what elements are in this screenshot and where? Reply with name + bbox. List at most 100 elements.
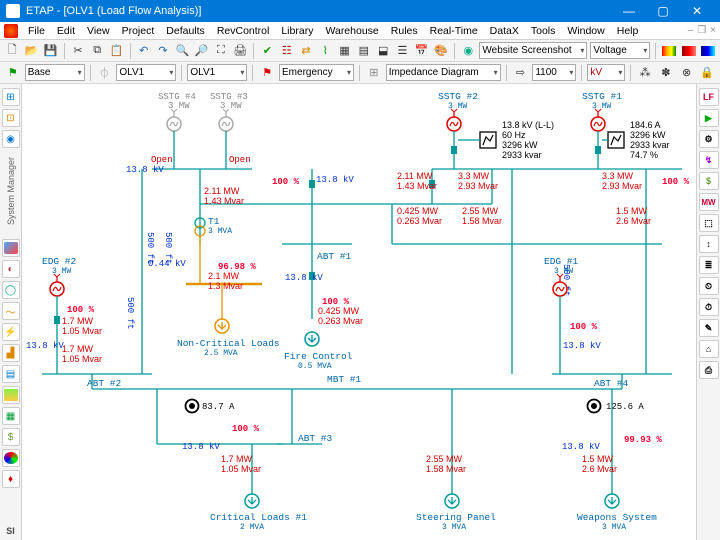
- sstg4-element[interactable]: [167, 109, 181, 131]
- globe-icon[interactable]: ◉: [460, 42, 476, 60]
- fire-control-element[interactable]: [305, 332, 319, 346]
- save-icon[interactable]: 💾: [43, 42, 59, 60]
- maximize-button[interactable]: ▢: [646, 4, 680, 18]
- flag-icon[interactable]: ⚑: [258, 64, 276, 82]
- text3-icon[interactable]: ⊗: [678, 64, 696, 82]
- swap-icon[interactable]: ⇄: [298, 42, 314, 60]
- region-button[interactable]: ⬚: [699, 214, 719, 232]
- 3d-surface-icon[interactable]: [2, 239, 20, 257]
- run-loadflow-button[interactable]: LF: [699, 88, 719, 106]
- palette1-icon[interactable]: [661, 42, 677, 60]
- color-icon[interactable]: 🎨: [433, 42, 449, 60]
- clock2-button[interactable]: ⏱: [699, 298, 719, 316]
- money-icon[interactable]: $: [2, 428, 20, 446]
- palette2-icon[interactable]: [681, 42, 697, 60]
- lock-icon[interactable]: 🔒: [698, 64, 716, 82]
- sstg3-element[interactable]: [219, 109, 233, 131]
- open-icon[interactable]: 📂: [23, 42, 39, 60]
- paste-icon[interactable]: 📋: [108, 42, 124, 60]
- diamonds-icon[interactable]: ♦: [2, 470, 20, 488]
- zoom-fit-icon[interactable]: ⛶: [213, 42, 229, 60]
- study-select[interactable]: Impedance Diagram: [386, 64, 501, 81]
- edit-button[interactable]: ✎: [699, 319, 719, 337]
- home-button[interactable]: ⌂: [699, 340, 719, 358]
- menu-revcontrol[interactable]: RevControl: [211, 23, 276, 39]
- config-select[interactable]: Emergency: [279, 64, 354, 81]
- config-icon[interactable]: ⚑: [4, 64, 22, 82]
- menu-realtime[interactable]: Real-Time: [424, 23, 484, 39]
- menu-warehouse[interactable]: Warehouse: [319, 23, 384, 39]
- one-line-diagram-canvas[interactable]: SSTG #4 3 MW SSTG #3 3 MW Open Open SSTG…: [22, 84, 696, 540]
- doc-close-button[interactable]: ×: [710, 25, 716, 36]
- diagram-type-icon[interactable]: ⊞: [365, 64, 383, 82]
- menu-view[interactable]: View: [81, 23, 116, 39]
- ghost-icon[interactable]: ⏀: [96, 64, 114, 82]
- presentation-select[interactable]: OLV1: [116, 64, 176, 81]
- meter2-element[interactable]: [480, 132, 496, 148]
- critical-loads-element[interactable]: [245, 494, 259, 508]
- screenshot-select[interactable]: Website Screenshot: [479, 42, 587, 59]
- kv-select[interactable]: kV: [587, 64, 625, 81]
- edg2-element[interactable]: [50, 274, 64, 296]
- map-icon[interactable]: [2, 386, 20, 404]
- doc-restore-button[interactable]: ❐: [697, 25, 706, 36]
- si-label[interactable]: SI: [2, 522, 20, 540]
- menu-library[interactable]: Library: [275, 23, 319, 39]
- ammeter-left[interactable]: [186, 400, 199, 413]
- run-button[interactable]: ▶: [699, 109, 719, 127]
- weapons-element[interactable]: [605, 494, 619, 508]
- menu-project[interactable]: Project: [116, 23, 161, 39]
- redo-icon[interactable]: ↷: [155, 42, 171, 60]
- check-icon[interactable]: ✔: [259, 42, 275, 60]
- scope-icon[interactable]: ◉: [2, 130, 20, 148]
- menu-datax[interactable]: DataX: [484, 23, 525, 39]
- arrow-icon[interactable]: ⇨: [512, 64, 530, 82]
- route-icon[interactable]: ⌇: [317, 42, 333, 60]
- cost-button[interactable]: $: [699, 172, 719, 190]
- zoom-in-icon[interactable]: 🔍: [174, 42, 190, 60]
- left-tab-label[interactable]: System Manager: [6, 157, 16, 225]
- list-icon[interactable]: ▤: [2, 365, 20, 383]
- stairs-icon[interactable]: ▟: [2, 344, 20, 362]
- mw-button[interactable]: MW: [699, 193, 719, 211]
- table-icon[interactable]: ▤: [356, 42, 372, 60]
- calendar-icon[interactable]: 📅: [414, 42, 430, 60]
- menu-rules[interactable]: Rules: [385, 23, 424, 39]
- updown-button[interactable]: ↕: [699, 235, 719, 253]
- grid-icon[interactable]: ☷: [279, 42, 295, 60]
- doc-minimize-button[interactable]: –: [688, 25, 694, 36]
- layers-icon[interactable]: ☰: [394, 42, 410, 60]
- presentation2-select[interactable]: OLV1: [187, 64, 247, 81]
- cut-icon[interactable]: ✂: [70, 42, 86, 60]
- wave2-icon[interactable]: 〜: [2, 302, 20, 320]
- ammeter-right[interactable]: [588, 400, 601, 413]
- meter1-element[interactable]: [608, 132, 624, 148]
- report-icon[interactable]: ▦: [2, 407, 20, 425]
- list-button[interactable]: ≣: [699, 256, 719, 274]
- menu-help[interactable]: Help: [611, 23, 645, 39]
- print-button[interactable]: ⎙: [699, 361, 719, 379]
- display-unit-select[interactable]: Voltage: [590, 42, 650, 59]
- undo-icon[interactable]: ↶: [136, 42, 152, 60]
- revision-select[interactable]: Base: [25, 64, 85, 81]
- menu-tools[interactable]: Tools: [525, 23, 562, 39]
- text2-icon[interactable]: ✽: [657, 64, 675, 82]
- chart-icon[interactable]: ⬓: [375, 42, 391, 60]
- palette3-icon[interactable]: [700, 42, 716, 60]
- menu-file[interactable]: File: [22, 23, 51, 39]
- zap-icon[interactable]: ⚡: [2, 323, 20, 341]
- zoom-out-icon[interactable]: 🔎: [193, 42, 209, 60]
- menu-defaults[interactable]: Defaults: [160, 23, 211, 39]
- sstg1-element[interactable]: [591, 109, 605, 131]
- rgb-icon[interactable]: [2, 449, 20, 467]
- new-icon[interactable]: 🗋: [4, 42, 20, 60]
- print-icon[interactable]: 🖨: [232, 42, 248, 60]
- steering-element[interactable]: [445, 494, 459, 508]
- zoom-select[interactable]: 1100: [532, 64, 576, 81]
- minimize-button[interactable]: —: [612, 4, 646, 18]
- menu-edit[interactable]: Edit: [51, 23, 81, 39]
- sysmgr-icon[interactable]: ⊞: [2, 88, 20, 106]
- sstg2-element[interactable]: [447, 109, 461, 131]
- storm-button[interactable]: ↯: [699, 151, 719, 169]
- noncrit-element[interactable]: [215, 319, 229, 333]
